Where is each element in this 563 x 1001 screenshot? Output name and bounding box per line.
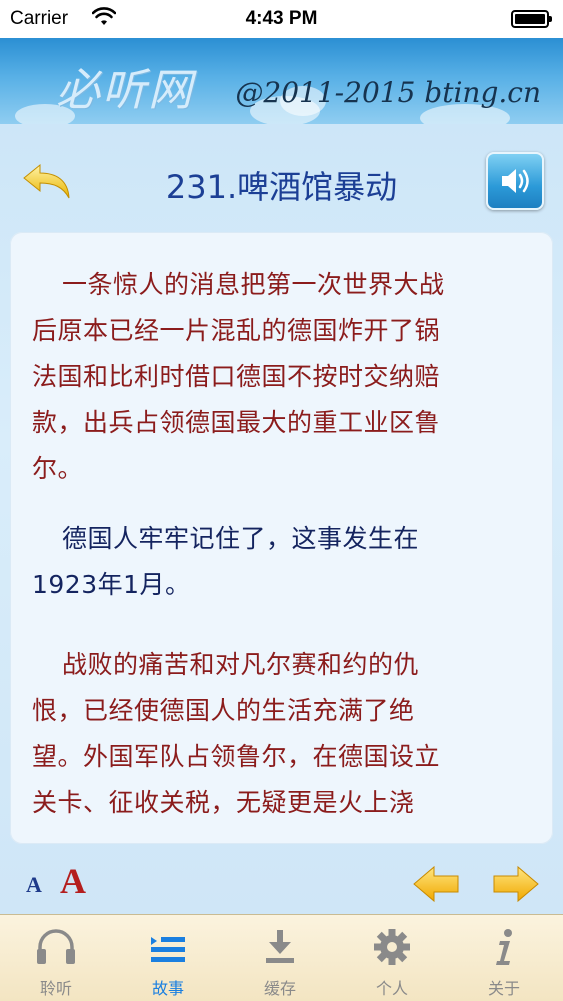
app-logo: 必听网 bbox=[56, 65, 194, 116]
story-line: 1923年1月。 bbox=[32, 570, 191, 599]
reader-toolbar: A A bbox=[0, 850, 563, 914]
story-line: 战败的痛苦和对凡尔赛和约的仇 bbox=[62, 650, 420, 679]
story-line: 尔。 bbox=[32, 454, 84, 483]
story-line: 恨，已经使德国人的生活充满了绝 bbox=[32, 696, 415, 725]
next-arrow-icon[interactable] bbox=[492, 864, 540, 904]
tab-label: 缓存 bbox=[263, 979, 296, 998]
tab-label: 聆听 bbox=[39, 979, 72, 998]
tab-cache[interactable]: 缓存 bbox=[224, 915, 336, 1001]
tab-bar: 聆听 故事 缓存 个人 关于 bbox=[0, 914, 563, 1001]
story-title: 231.啤酒馆暴动 bbox=[165, 168, 398, 206]
info-icon bbox=[496, 929, 512, 965]
tab-stories[interactable]: 故事 bbox=[112, 915, 224, 1001]
story-line: 望。外国军队占领鲁尔，在德国设立 bbox=[32, 742, 441, 771]
download-icon bbox=[266, 930, 294, 963]
headphones-icon bbox=[37, 929, 75, 964]
story-line: 德国人牢牢记住了，这事发生在 bbox=[62, 524, 420, 553]
decrease-font-button[interactable]: A bbox=[26, 872, 42, 898]
title-row: 231.啤酒馆暴动 bbox=[0, 124, 563, 234]
tab-listen[interactable]: 聆听 bbox=[0, 915, 112, 1001]
status-bar: Carrier 4:43 PM bbox=[0, 0, 563, 38]
story-line: 法国和比利时借口德国不按时交纳赔 bbox=[32, 362, 441, 391]
tab-label: 故事 bbox=[151, 979, 184, 998]
story-text-panel[interactable]: 一条惊人的消息把第一次世界大战 后原本已经一片混乱的德国炸开了锅 法国和比利时借… bbox=[10, 232, 553, 844]
copyright-text: @2011-2015 bting.cn bbox=[235, 76, 541, 109]
content-area: 231.啤酒馆暴动 一条惊人的消息把第一次世界大战 后原本已经一片混乱的德国炸开… bbox=[0, 124, 563, 914]
increase-font-button[interactable]: A bbox=[60, 860, 86, 902]
story-paragraph: 德国人牢牢记住了，这事发生在 1923年1月。 bbox=[32, 516, 532, 608]
story-line: 后原本已经一片混乱的德国炸开了锅 bbox=[32, 316, 441, 345]
previous-arrow-icon[interactable] bbox=[412, 864, 460, 904]
story-paragraph: 战败的痛苦和对凡尔赛和约的仇 恨，已经使德国人的生活充满了绝 望。外国军队占领鲁… bbox=[32, 642, 532, 826]
clock: 4:43 PM bbox=[245, 8, 318, 29]
tab-label: 关于 bbox=[487, 979, 520, 998]
list-icon bbox=[151, 937, 185, 962]
app-banner: 必听网 @2011-2015 bting.cn bbox=[0, 38, 563, 124]
story-line: 一条惊人的消息把第一次世界大战 bbox=[62, 270, 445, 299]
gear-icon bbox=[374, 929, 410, 965]
speaker-icon bbox=[502, 169, 529, 193]
story-line: 关卡、征收关税，无疑更是火上浇 bbox=[32, 788, 415, 817]
tab-personal[interactable]: 个人 bbox=[336, 915, 448, 1001]
story-line: 款，出兵占领德国最大的重工业区鲁 bbox=[32, 408, 441, 437]
battery-icon bbox=[511, 10, 552, 28]
back-arrow-icon[interactable] bbox=[22, 162, 72, 202]
tab-about[interactable]: 关于 bbox=[448, 915, 560, 1001]
tab-label: 个人 bbox=[375, 979, 408, 998]
play-audio-button[interactable] bbox=[486, 152, 544, 210]
story-paragraph: 一条惊人的消息把第一次世界大战 后原本已经一片混乱的德国炸开了锅 法国和比利时借… bbox=[32, 262, 532, 492]
